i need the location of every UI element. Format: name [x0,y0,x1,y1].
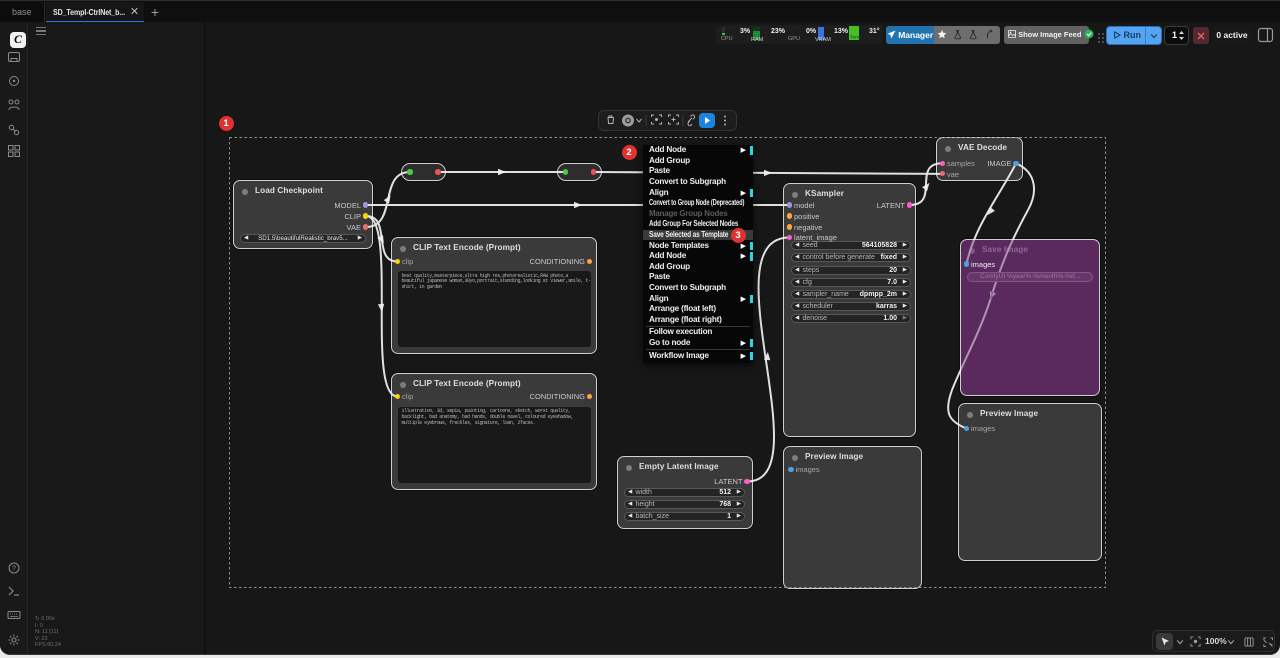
svg-text:?: ? [12,566,16,573]
